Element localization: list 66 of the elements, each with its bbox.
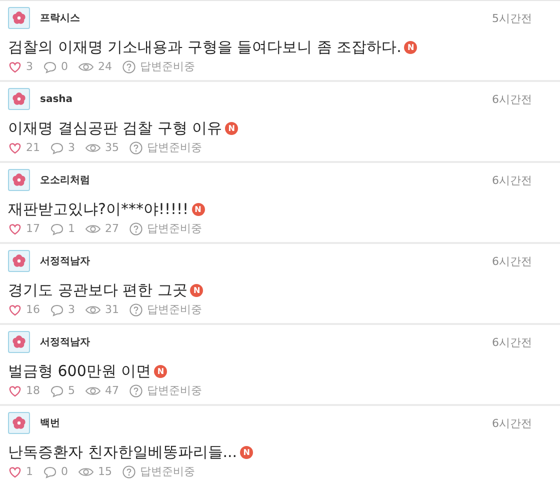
post-title[interactable]: 재판받고있냐?이***야!!!!! [8,200,189,219]
answer-status: 답변준비중 [147,140,202,155]
post-time: 5시간전 [492,10,532,26]
heart-icon [8,302,22,316]
author-name: 백번 [40,417,60,430]
author-name: 서정적남자 [40,255,90,268]
comment-icon [43,464,57,478]
like-count: 1 [26,465,33,478]
author-name: 프락시스 [40,12,80,25]
new-badge: N [192,203,205,216]
post-title[interactable]: 난독증환자 친자한일베똥파리들... [8,443,238,462]
post-time: 6시간전 [492,172,532,188]
answer-status: 답변준비중 [147,383,202,398]
answer-status: 답변준비중 [140,464,195,479]
new-badge: N [190,284,204,297]
post-time: 6시간전 [492,92,532,106]
view-count: 35 [105,141,119,154]
answer-status: 답변준비중 [140,59,195,74]
view-count: 15 [98,465,112,478]
heart-icon [8,60,22,74]
view-count: 47 [105,384,119,397]
author-name: sasha [40,94,73,104]
like-count: 3 [26,60,33,73]
question-icon [129,222,143,236]
comment-count: 0 [61,465,68,478]
post-title[interactable]: 이재명 결심공판 검찰 구형 이유 [8,119,222,138]
new-badge: N [154,365,168,378]
post-title[interactable]: 경기도 공관보다 편한 그곳 [8,281,188,300]
like-count: 21 [26,141,40,154]
question-icon [122,60,136,74]
heart-icon [8,464,22,478]
new-badge: N [240,446,254,459]
author-name: 서정적남자 [40,336,90,349]
like-count: 17 [26,222,40,235]
question-icon [129,140,143,154]
answer-status: 답변준비중 [147,221,202,236]
comment-icon [43,60,57,74]
comment-icon [50,140,64,154]
post-title[interactable]: 검찰의 이재명 기소내용과 구형을 들여다보니 좀 조잡하다. [8,38,402,57]
like-count: 18 [26,384,40,397]
post-time: 6시간전 [492,416,532,430]
author-name: 오소리처럼 [40,174,90,187]
question-icon [129,302,143,316]
comment-count: 1 [68,222,75,235]
comment-icon [50,384,64,398]
heart-icon [8,222,22,236]
comment-icon [50,302,64,316]
like-count: 16 [26,303,40,316]
new-badge: N [225,122,238,135]
post-time: 6시간전 [492,334,532,350]
heart-icon [8,140,22,154]
comment-count: 5 [68,384,75,397]
comment-count: 0 [61,60,68,73]
comment-count: 3 [68,303,75,316]
view-count: 31 [105,303,119,316]
new-badge: N [404,41,418,54]
answer-status: 답변준비중 [147,302,202,317]
view-count: 27 [105,222,119,235]
post-time: 6시간전 [492,254,532,268]
post-title[interactable]: 벌금형 600만원 이면 [8,362,152,381]
heart-icon [8,384,22,398]
comment-icon [50,222,64,236]
question-icon [129,384,143,398]
question-icon [122,464,136,478]
view-count: 24 [98,60,112,73]
comment-count: 3 [68,141,75,154]
